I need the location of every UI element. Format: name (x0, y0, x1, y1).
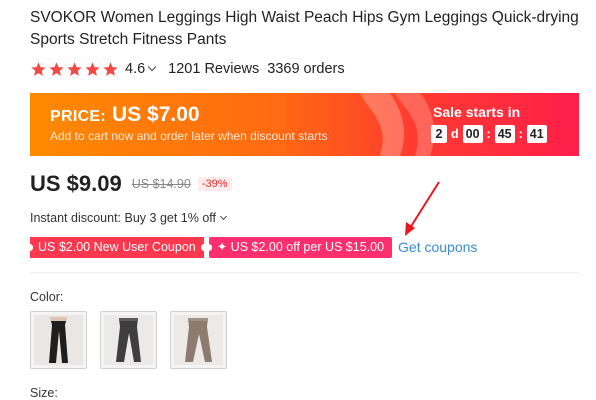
black-leggings-thumbnail (34, 315, 83, 365)
countdown-hours: 00 (462, 125, 483, 143)
countdown-separator: : (486, 127, 491, 141)
dark-grey-leggings-thumbnail (104, 315, 153, 365)
star-icon (67, 61, 82, 76)
new-user-coupon[interactable]: US $2.00 New User Coupon (27, 236, 207, 258)
countdown-timer: 2 d 00 : 45 : 41 (431, 125, 561, 143)
promo-price-label: PRICE: (50, 108, 107, 125)
countdown-seconds: 41 (526, 125, 547, 143)
promo-price: PRICE: US $7.00 (50, 103, 200, 127)
rating-value[interactable]: 4.6 (125, 61, 145, 77)
taupe-leggings-thumbnail (174, 315, 223, 365)
coupon-row: US $2.00 New User Coupon ✦ US $2.00 off … (27, 236, 477, 258)
chevron-down-icon[interactable] (219, 212, 228, 220)
star-icon (85, 61, 100, 76)
discount-badge: -39% (197, 177, 232, 191)
store-coupon[interactable]: ✦ US $2.00 off per US $15.00 (205, 236, 393, 258)
star-icon (103, 61, 118, 76)
rating-row: 4.6 1201 Reviews 3369 orders (30, 59, 345, 79)
color-swatch-black[interactable] (30, 311, 87, 369)
color-swatch-dark-grey[interactable] (100, 311, 157, 369)
section-divider (30, 272, 579, 273)
color-label: Color: (30, 290, 64, 304)
original-price: US $14.90 (131, 177, 191, 191)
color-swatch-taupe[interactable] (170, 311, 227, 369)
reviews-count[interactable]: 1201 Reviews (168, 61, 259, 77)
price-row: US $9.09 US $14.90 -39% (30, 170, 232, 198)
countdown-days: 2 (431, 125, 447, 143)
color-swatches (30, 311, 240, 369)
star-icon (31, 61, 46, 76)
sale-title: Sale starts in (433, 104, 521, 120)
countdown-minutes: 45 (494, 125, 515, 143)
chevron-down-icon[interactable] (147, 62, 157, 72)
orders-count: 3369 orders (267, 61, 345, 77)
annotation-arrow-icon (405, 181, 440, 236)
current-price: US $9.09 (30, 171, 122, 196)
product-title: SVOKOR Women Leggings High Waist Peach H… (30, 9, 579, 48)
instant-discount-text[interactable]: Instant discount: Buy 3 get 1% off (30, 211, 216, 225)
countdown-separator: : (518, 127, 523, 141)
sale-countdown: Sale starts in 2 d 00 : 45 : 41 (431, 104, 561, 143)
promo-price-amount: US $7.00 (112, 103, 200, 126)
star-icon (49, 61, 64, 76)
rating-stars (30, 61, 120, 78)
size-label: Size: (30, 386, 58, 400)
instant-discount[interactable]: Instant discount: Buy 3 get 1% off (30, 211, 228, 225)
get-coupons-link[interactable]: Get coupons (398, 239, 477, 255)
promo-subtext: Add to cart now and order later when dis… (50, 129, 328, 143)
promo-banner: PRICE: US $7.00 Add to cart now and orde… (30, 93, 579, 156)
countdown-day-unit: d (451, 127, 459, 141)
product-page: SVOKOR Women Leggings High Waist Peach H… (0, 0, 596, 400)
